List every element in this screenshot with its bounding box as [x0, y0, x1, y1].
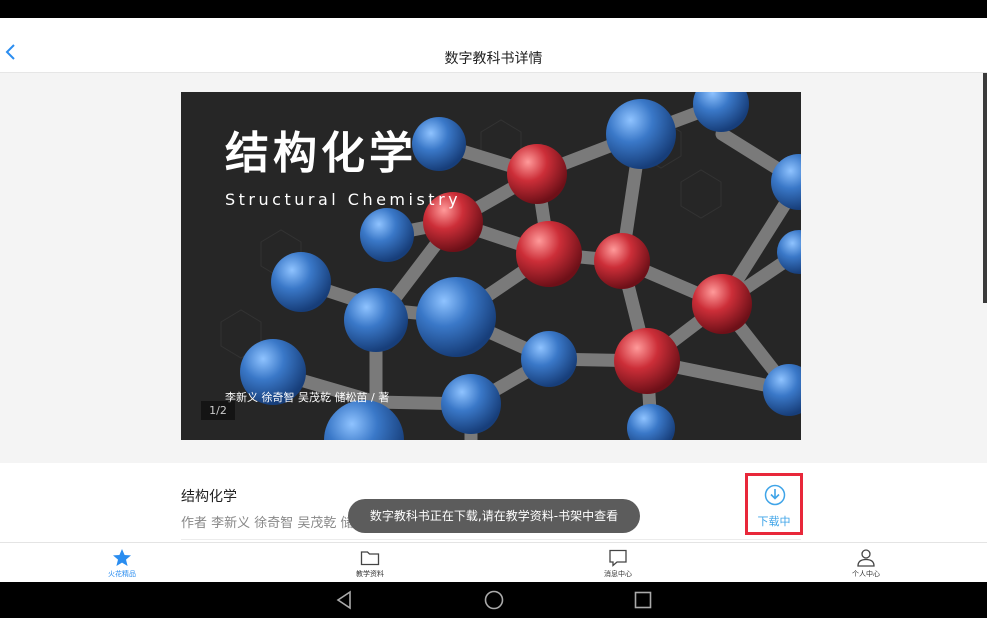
nav-home-button[interactable] [474, 582, 514, 618]
tab-bar: 火花精品 教学资料 消息中心 个人中心 [0, 542, 987, 583]
book-cover[interactable]: 结构化学 Structural Chemistry 李新义 徐奇智 吴茂乾 储松… [181, 92, 801, 440]
status-bar [0, 0, 987, 18]
nav-back-button[interactable] [325, 582, 365, 618]
message-icon [609, 549, 627, 567]
cover-title: 结构化学 [225, 128, 417, 179]
page-indicator: 1/2 [201, 401, 235, 420]
tab-label: 火花精品 [108, 570, 136, 578]
nav-recents-button[interactable] [623, 582, 663, 618]
recents-square-icon [634, 591, 652, 609]
person-icon [857, 549, 875, 567]
cover-subtitle: Structural Chemistry [225, 190, 462, 209]
page-title: 数字教科书详情 [444, 51, 543, 67]
download-icon [764, 484, 786, 506]
tab-label: 个人中心 [852, 570, 880, 578]
book-title: 结构化学 [181, 489, 237, 505]
tab-messages[interactable]: 消息中心 [568, 543, 668, 583]
toast-message: 数字教科书正在下载,请在教学资料-书架中查看 [348, 499, 640, 533]
back-triangle-icon [336, 590, 351, 610]
tab-teaching-materials[interactable]: 教学资料 [320, 543, 420, 583]
system-nav-bar [0, 582, 987, 618]
book-author: 作者 李新义 徐奇智 吴茂乾 储松 [181, 516, 367, 531]
folder-icon [360, 551, 380, 566]
tab-label: 消息中心 [604, 570, 632, 578]
download-button[interactable]: 下载中 [745, 473, 803, 535]
scrollbar[interactable] [983, 73, 987, 303]
divider [181, 539, 801, 540]
tab-label: 教学资料 [356, 570, 384, 578]
home-circle-icon [484, 590, 504, 610]
download-label: 下载中 [757, 515, 791, 528]
star-icon [113, 549, 131, 566]
tab-featured[interactable]: 火花精品 [72, 543, 172, 583]
header: 数字教科书详情 [0, 18, 987, 73]
cover-authors: 李新义 徐奇智 吴茂乾 储松苗 / 著 [225, 391, 390, 404]
tab-profile[interactable]: 个人中心 [816, 543, 916, 583]
